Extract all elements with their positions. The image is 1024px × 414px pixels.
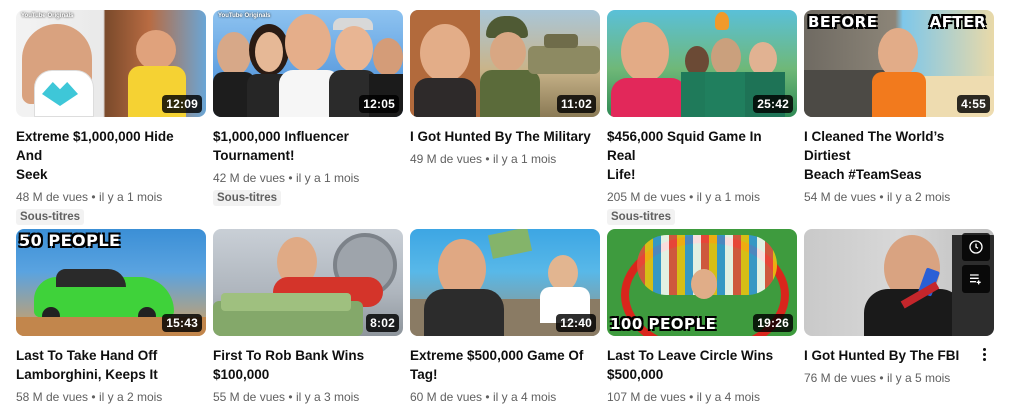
video-title[interactable]: I Got Hunted By The Military: [410, 127, 596, 146]
subtitles-badge: Sous-titres: [16, 209, 85, 225]
subtitles-badge: Sous-titres: [213, 190, 282, 206]
video-thumbnail[interactable]: 8:02: [213, 229, 403, 336]
video-meta: 58 M de vues • il y a 2 mois: [16, 390, 163, 404]
video-title[interactable]: First To Rob Bank Wins $100,000: [213, 346, 399, 384]
channel-tag: YouTube Originals: [218, 13, 271, 19]
video-card[interactable]: 25:42 $456,000 Squid Game In Real Life! 2…: [607, 10, 797, 225]
thumbnail-overlay-text: BEFORE: [808, 13, 878, 31]
video-duration: 12:40: [556, 314, 596, 332]
video-thumbnail[interactable]: 100 PEOPLE 19:26: [607, 229, 797, 336]
channel-tag: YouTube Originals: [21, 13, 74, 19]
video-thumbnail[interactable]: YouTube Originals 12:05: [213, 10, 403, 117]
video-duration: 12:05: [359, 95, 399, 113]
video-row: 50 PEOPLE 15:43 Last To Take Hand Off Lam…: [16, 229, 994, 404]
video-title[interactable]: Last To Leave Circle Wins $500,000: [607, 346, 793, 384]
video-meta: 205 M de vues • il y a 1 mois: [607, 190, 760, 204]
video-duration: 25:42: [753, 95, 793, 113]
hover-actions: [962, 233, 990, 293]
video-card[interactable]: 11:02 I Got Hunted By The Military 49 M …: [410, 10, 600, 225]
video-duration: 11:02: [556, 95, 596, 113]
video-title[interactable]: I Got Hunted By The FBI: [804, 346, 990, 365]
video-grid: YouTube Originals 12:09 Extreme $1,000,0…: [16, 10, 997, 404]
video-meta: 60 M de vues • il y a 4 mois: [410, 390, 557, 404]
video-card[interactable]: 8:02 First To Rob Bank Wins $100,000 55 M…: [213, 229, 403, 404]
video-title[interactable]: $1,000,000 Influencer Tournament!: [213, 127, 399, 165]
video-duration: 15:43: [162, 314, 202, 332]
video-title[interactable]: Extreme $1,000,000 Hide And Seek: [16, 127, 202, 184]
video-card[interactable]: BEFORE AFTER 4:55 I Cleaned The World’s …: [804, 10, 994, 225]
video-row: YouTube Originals 12:09 Extreme $1,000,0…: [16, 10, 997, 225]
video-duration: 19:26: [753, 314, 793, 332]
video-duration: 8:02: [366, 314, 399, 332]
video-meta: 55 M de vues • il y a 3 mois: [213, 390, 360, 404]
queue-icon: [970, 274, 981, 285]
video-card[interactable]: 100 PEOPLE 19:26 Last To Leave Circle Wi…: [607, 229, 797, 404]
more-vert-icon: [976, 348, 992, 361]
video-meta: 42 M de vues • il y a 1 mois: [213, 171, 360, 185]
video-meta: 107 M de vues • il y a 4 mois: [607, 390, 760, 404]
video-card[interactable]: I Got Hunted By The FBI 76 M de vues • i…: [804, 229, 994, 404]
video-card[interactable]: YouTube Originals 12:09 Extreme $1,000,0…: [16, 10, 206, 225]
watch-later-button[interactable]: [962, 233, 990, 261]
video-title[interactable]: $456,000 Squid Game In Real Life!: [607, 127, 793, 184]
video-thumbnail[interactable]: YouTube Originals 12:09: [16, 10, 206, 117]
video-thumbnail[interactable]: 25:42: [607, 10, 797, 117]
video-thumbnail[interactable]: [804, 229, 994, 336]
video-title[interactable]: Last To Take Hand Off Lamborghini, Keeps …: [16, 346, 202, 384]
video-card[interactable]: 50 PEOPLE 15:43 Last To Take Hand Off Lam…: [16, 229, 206, 404]
video-duration: 4:55: [957, 95, 990, 113]
video-meta: 76 M de vues • il y a 5 mois: [804, 371, 951, 385]
video-meta: 48 M de vues • il y a 1 mois: [16, 190, 163, 204]
video-thumbnail[interactable]: BEFORE AFTER 4:55: [804, 10, 994, 117]
video-card[interactable]: 12:40 Extreme $500,000 Game Of Tag! 60 M …: [410, 229, 600, 404]
video-duration: 12:09: [162, 95, 202, 113]
clock-icon: [969, 240, 983, 254]
video-thumbnail[interactable]: 12:40: [410, 229, 600, 336]
video-title[interactable]: Extreme $500,000 Game Of Tag!: [410, 346, 596, 384]
video-meta: 54 M de vues • il y a 2 mois: [804, 190, 951, 204]
video-title[interactable]: I Cleaned The World’s Dirtiest Beach #Tea…: [804, 127, 990, 184]
video-card[interactable]: YouTube Originals 12:05 $1,000,000 Influ…: [213, 10, 403, 225]
thumbnail-overlay-text: AFTER: [929, 13, 986, 31]
thumbnail-overlay-text: 50 PEOPLE: [19, 231, 121, 250]
video-thumbnail[interactable]: 50 PEOPLE 15:43: [16, 229, 206, 336]
add-to-queue-button[interactable]: [962, 265, 990, 293]
subtitles-badge: Sous-titres: [607, 209, 676, 225]
video-meta: 49 M de vues • il y a 1 mois: [410, 152, 557, 166]
video-thumbnail[interactable]: 11:02: [410, 10, 600, 117]
more-options-button[interactable]: [976, 346, 992, 364]
thumbnail-overlay-text: 100 PEOPLE: [610, 315, 717, 333]
